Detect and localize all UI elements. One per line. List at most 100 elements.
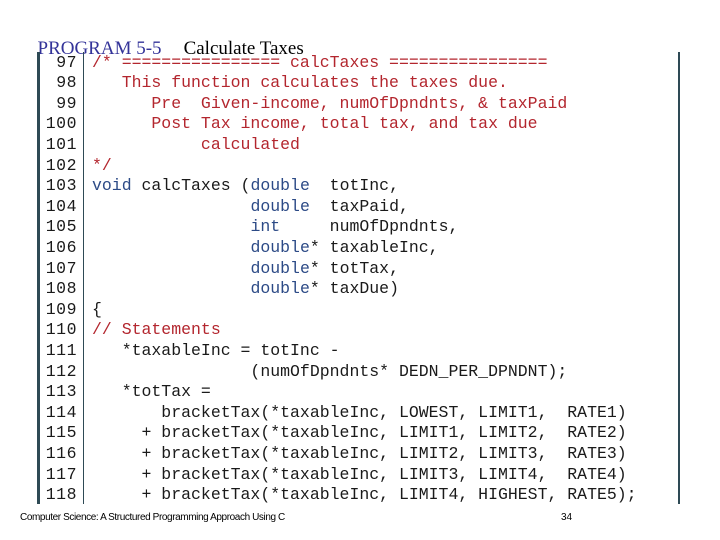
code-text: This function calculates the taxes due.: [92, 73, 508, 94]
code-text: *taxableInc = totInc -: [92, 341, 340, 362]
line-number: 99: [56, 93, 77, 113]
code-segment: + bracketTax(*taxableInc, LIMIT2, LIMIT3…: [92, 443, 627, 463]
code-text: /* ================ calcTaxes ==========…: [92, 53, 547, 74]
code-segment: calcTaxes (: [131, 176, 251, 196]
code-comment: */: [92, 155, 112, 175]
code-text: + bracketTax(*taxableInc, LIMIT2, LIMIT3…: [92, 444, 627, 465]
code-line: 101 calculated: [37, 135, 677, 156]
code-text: int numOfDpndnts,: [92, 217, 458, 238]
line-number: 103: [45, 176, 77, 196]
code-text: *totTax =: [92, 382, 211, 403]
code-text: // Statements: [92, 320, 221, 341]
code-text: Post Tax income, total tax, and tax due: [92, 114, 538, 135]
code-keyword: double: [250, 237, 310, 257]
code-text: (numOfDpndnts* DEDN_PER_DPNDNT);: [92, 362, 567, 383]
line-number: 101: [45, 134, 77, 154]
code-line: 116 + bracketTax(*taxableInc, LIMIT2, LI…: [37, 444, 677, 465]
code-segment: + bracketTax(*taxableInc, LIMIT1, LIMIT2…: [92, 423, 627, 443]
line-number: 97: [56, 52, 77, 72]
code-line: 113 *totTax =: [37, 382, 677, 403]
code-line: 108 double* taxDue): [37, 279, 677, 300]
code-segment: + bracketTax(*taxableInc, LIMIT4, HIGHES…: [92, 485, 637, 505]
code-text: */: [92, 156, 112, 177]
code-line: 117 + bracketTax(*taxableInc, LIMIT3, LI…: [37, 465, 677, 486]
code-text: + bracketTax(*taxableInc, LIMIT1, LIMIT2…: [92, 423, 627, 444]
code-text: double* totTax,: [92, 259, 399, 280]
code-segment: *totTax =: [92, 382, 211, 402]
code-line: 105 int numOfDpndnts,: [37, 217, 677, 238]
code-line: 104 double taxPaid,: [37, 197, 677, 218]
code-line: 111 *taxableInc = totInc -: [37, 341, 677, 362]
code-comment: // Statements: [92, 320, 221, 340]
code-line: 114 bracketTax(*taxableInc, LOWEST, LIMI…: [37, 403, 677, 424]
code-text: void calcTaxes (double totInc,: [92, 176, 399, 197]
code-line: 118 + bracketTax(*taxableInc, LIMIT4, HI…: [37, 485, 677, 506]
code-listing: 97 /* ================ calcTaxes ========…: [37, 52, 681, 504]
line-number: 113: [45, 382, 77, 402]
footer-page-number: 34: [561, 512, 573, 523]
line-number: 110: [45, 320, 77, 340]
code-text: double* taxDue): [92, 279, 399, 300]
code-keyword: double: [250, 176, 310, 196]
code-text: double* taxableInc,: [92, 237, 439, 259]
code-text: {: [92, 300, 102, 321]
code-text: calculated: [92, 135, 300, 156]
line-number: 100: [45, 114, 77, 134]
code-keyword: double: [250, 258, 310, 278]
code-segment: + bracketTax(*taxableInc, LIMIT3, LIMIT4…: [92, 464, 627, 484]
code-line: 115 + bracketTax(*taxableInc, LIMIT1, LI…: [37, 423, 677, 444]
code-keyword: void: [92, 176, 132, 196]
code-segment: {: [92, 299, 102, 319]
code-text: + bracketTax(*taxableInc, LIMIT4, HIGHES…: [92, 485, 637, 506]
listing-right-border: [678, 52, 680, 504]
code-keyword: double: [250, 279, 310, 299]
code-line: 107 double* totTax,: [37, 259, 677, 280]
line-number: 104: [45, 196, 77, 216]
line-number: 102: [45, 155, 77, 175]
code-text: + bracketTax(*taxableInc, LIMIT3, LIMIT4…: [92, 465, 627, 486]
code-comment: /* ================ calcTaxes ==========…: [92, 52, 548, 72]
code-line: 102 */: [37, 156, 677, 177]
code-line: 97 /* ================ calcTaxes ========…: [37, 53, 677, 74]
code-line: 103 void calcTaxes (double totInc,: [37, 176, 677, 197]
code-line: 109 {: [37, 300, 677, 321]
code-text: Pre Given-income, numOfDpndnts, & taxPai…: [92, 94, 567, 115]
code-segment: *taxableInc = totInc -: [92, 340, 340, 360]
line-number: 109: [45, 299, 77, 319]
code-line: 112 (numOfDpndnts* DEDN_PER_DPNDNT);: [37, 362, 677, 383]
code-text: bracketTax(*taxableInc, LOWEST, LIMIT1, …: [92, 402, 627, 424]
line-number: 115: [45, 423, 77, 443]
code-segment: numOfDpndnts,: [280, 217, 459, 237]
code-keyword: double: [250, 196, 310, 216]
code-comment: calculated: [92, 134, 300, 154]
code-line: 100 Post Tax income, total tax, and tax …: [37, 114, 677, 135]
code-line: 110 // Statements: [37, 320, 677, 341]
line-number: 117: [45, 464, 77, 484]
line-number: 98: [56, 73, 77, 93]
code-line: 106 double* taxableInc,: [37, 238, 677, 259]
code-segment: * taxDue): [309, 279, 399, 299]
footer-book-title: Computer Science: A Structured Programmi…: [20, 512, 285, 523]
code-segment: taxPaid,: [309, 196, 409, 216]
code-comment: Post Tax income, total tax, and tax due: [92, 114, 538, 134]
line-number: 108: [45, 279, 77, 299]
line-number: 106: [45, 237, 77, 257]
code-comment: This function calculates the taxes due.: [92, 73, 508, 93]
line-number: 112: [45, 361, 77, 381]
code-line: 99 Pre Given-income, numOfDpndnts, & tax…: [37, 94, 677, 115]
line-number: 118: [45, 485, 77, 505]
code-keyword: int: [250, 217, 281, 237]
code-segment: * taxableInc,: [309, 237, 439, 257]
line-number: 105: [45, 217, 77, 237]
code-segment: * totTax,: [309, 258, 399, 278]
line-number: 116: [45, 443, 77, 463]
code-segment: (numOfDpndnts* DEDN_PER_DPNDNT);: [92, 361, 568, 381]
line-number: 114: [45, 402, 77, 422]
code-segment: bracketTax(*taxableInc, LOWEST, LIMIT1, …: [92, 402, 627, 422]
code-text: double taxPaid,: [92, 196, 409, 218]
